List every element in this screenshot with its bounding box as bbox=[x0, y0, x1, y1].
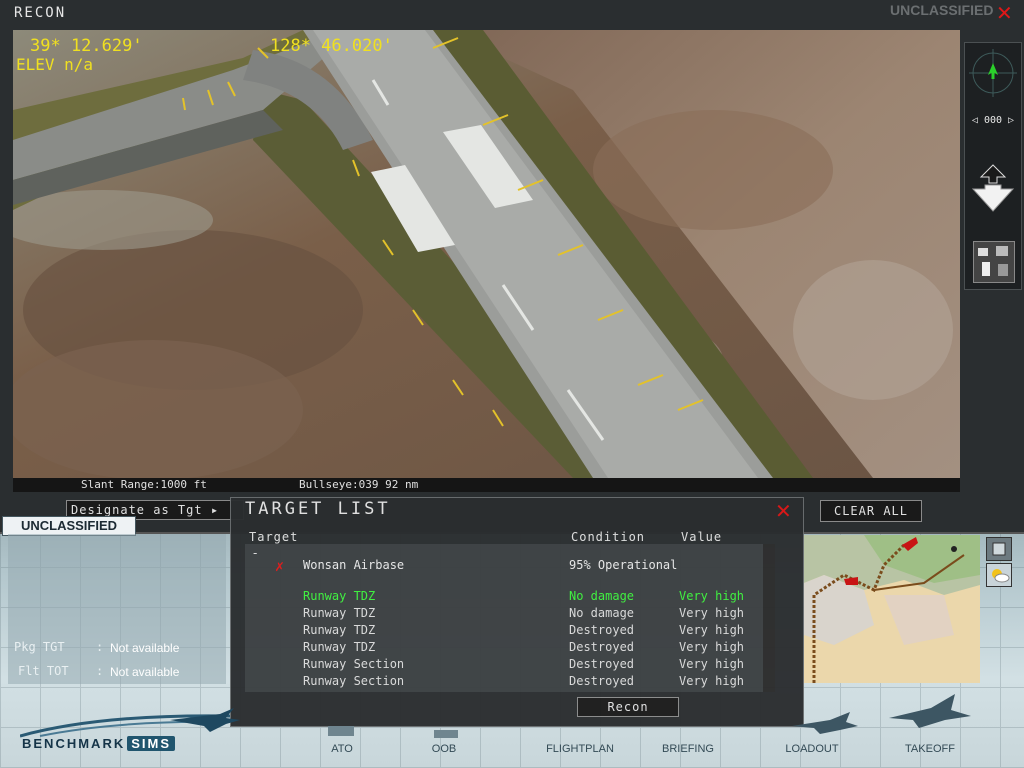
target-condition: No damage bbox=[569, 606, 635, 620]
target-list-window: TARGET LIST ✕ Target Condition Value - ✗… bbox=[230, 497, 804, 727]
target-condition: Destroyed bbox=[569, 674, 635, 688]
longitude-readout: 128* 46.020' bbox=[270, 36, 393, 56]
target-condition: No damage bbox=[569, 589, 635, 603]
target-list-body: - ✗ Wonsan Airbase 95% Operational Runwa… bbox=[245, 544, 775, 692]
target-name: Runway TDZ bbox=[303, 623, 376, 637]
nav-loadout[interactable]: LOADOUT bbox=[774, 743, 850, 755]
recon-imagery[interactable] bbox=[13, 30, 960, 478]
package-info-panel: Pkg TGT : Not available Flt TOT : Not av… bbox=[8, 534, 226, 684]
compass-icon[interactable] bbox=[965, 45, 1021, 101]
logo-sims: SIMS bbox=[127, 736, 176, 751]
nav-oob[interactable]: OOB bbox=[424, 743, 464, 755]
satellite-image bbox=[13, 30, 960, 478]
target-group-row[interactable]: ✗ Wonsan Airbase 95% Operational bbox=[245, 557, 765, 575]
target-condition: Destroyed bbox=[569, 657, 635, 671]
target-row[interactable]: Runway TDZ No damage Very high bbox=[245, 589, 765, 606]
elevation-readout: ELEV n/a bbox=[16, 55, 94, 74]
clear-all-button[interactable]: CLEAR ALL bbox=[820, 500, 922, 522]
heading-selector[interactable]: ◁ 000 ▷ bbox=[965, 115, 1021, 126]
weather-button[interactable] bbox=[986, 563, 1012, 587]
target-row[interactable]: Runway Section Destroyed Very high bbox=[245, 657, 765, 674]
logo-benchmark: BENCHMARK bbox=[22, 736, 126, 751]
target-marker-icon: ✗ bbox=[275, 557, 285, 575]
column-header-value[interactable]: Value bbox=[681, 530, 722, 544]
target-name: Runway Section bbox=[303, 691, 404, 692]
benchmark-jet-logo-icon bbox=[20, 708, 240, 738]
target-condition: Destroyed bbox=[569, 640, 635, 654]
recon-close-icon[interactable]: ✕ bbox=[996, 3, 1013, 23]
target-list-scrollbar[interactable] bbox=[763, 544, 775, 692]
loadout-jet-icon bbox=[792, 712, 858, 734]
zoom-arrows-icon[interactable] bbox=[969, 163, 1017, 213]
recon-classification: UNCLASSIFIED bbox=[890, 2, 994, 18]
target-row[interactable]: Runway TDZ No damage Very high bbox=[245, 606, 765, 623]
recon-window: RECON UNCLASSIFIED ✕ 39* 12.629' 128* 46… bbox=[0, 0, 1024, 534]
pkg-tgt-separator: : bbox=[96, 640, 104, 654]
nav-flightplan[interactable]: FLIGHTPLAN bbox=[532, 743, 628, 755]
target-list-title: TARGET LIST bbox=[245, 499, 391, 519]
nav-ato[interactable]: ATO bbox=[324, 743, 360, 755]
target-condition: Destroyed bbox=[569, 623, 635, 637]
column-header-condition[interactable]: Condition bbox=[571, 530, 645, 544]
benchmark-sims-logo: BENCHMARK SIMS bbox=[22, 736, 176, 751]
recon-controls-panel: ◁ 000 ▷ bbox=[964, 42, 1022, 290]
target-row[interactable]: Runway Section Destroyed Very high bbox=[245, 691, 765, 692]
recon-button[interactable]: Recon bbox=[577, 697, 679, 717]
target-condition: Destroyed bbox=[569, 691, 634, 692]
theater-map[interactable] bbox=[804, 535, 980, 683]
imagery-thumbnail[interactable] bbox=[973, 241, 1015, 283]
target-row[interactable]: Runway Section Destroyed Very high bbox=[245, 674, 765, 691]
classification-badge: UNCLASSIFIED bbox=[2, 516, 136, 536]
oob-icon bbox=[434, 730, 458, 738]
pkg-tgt-label: Pkg TGT bbox=[14, 640, 65, 654]
target-value: Very high bbox=[679, 623, 745, 637]
nav-briefing[interactable]: BRIEFING bbox=[652, 743, 724, 755]
target-value: Very high bbox=[679, 640, 745, 654]
target-group-condition: 95% Operational bbox=[569, 558, 678, 572]
flt-tot-separator: : bbox=[96, 664, 104, 678]
flt-tot-value: Not available bbox=[110, 665, 180, 679]
recon-status-bar: Slant Range:1000 ft Bullseye:039 92 nm bbox=[13, 478, 960, 492]
latitude-readout: 39* 12.629' bbox=[30, 36, 143, 56]
target-value: Very high bbox=[679, 691, 744, 692]
nav-takeoff[interactable]: TAKEOFF bbox=[898, 743, 962, 755]
ato-icon bbox=[328, 726, 354, 736]
target-row[interactable]: Runway TDZ Destroyed Very high bbox=[245, 640, 765, 657]
map-layers-button[interactable] bbox=[986, 537, 1012, 561]
target-name: Runway Section bbox=[303, 674, 405, 688]
target-name: Runway TDZ bbox=[303, 589, 376, 603]
target-name: Runway TDZ bbox=[303, 606, 376, 620]
slant-range-readout: Slant Range:1000 ft bbox=[81, 478, 207, 491]
target-value: Very high bbox=[679, 657, 745, 671]
takeoff-jet-icon bbox=[889, 694, 971, 728]
target-row[interactable]: Runway TDZ Destroyed Very high bbox=[245, 623, 765, 640]
target-value: Very high bbox=[679, 589, 745, 603]
target-name: Runway Section bbox=[303, 657, 405, 671]
target-name: Runway TDZ bbox=[303, 640, 376, 654]
recon-title: RECON bbox=[14, 5, 67, 21]
target-value: Very high bbox=[679, 606, 745, 620]
column-header-target[interactable]: Target bbox=[249, 530, 298, 544]
pkg-tgt-value: Not available bbox=[110, 641, 180, 655]
target-value: Very high bbox=[679, 674, 745, 688]
bullseye-readout: Bullseye:039 92 nm bbox=[299, 478, 419, 491]
flt-tot-label: Flt TOT bbox=[18, 664, 69, 678]
target-group-name: Wonsan Airbase bbox=[303, 558, 405, 572]
target-list-close-icon[interactable]: ✕ bbox=[775, 501, 792, 521]
